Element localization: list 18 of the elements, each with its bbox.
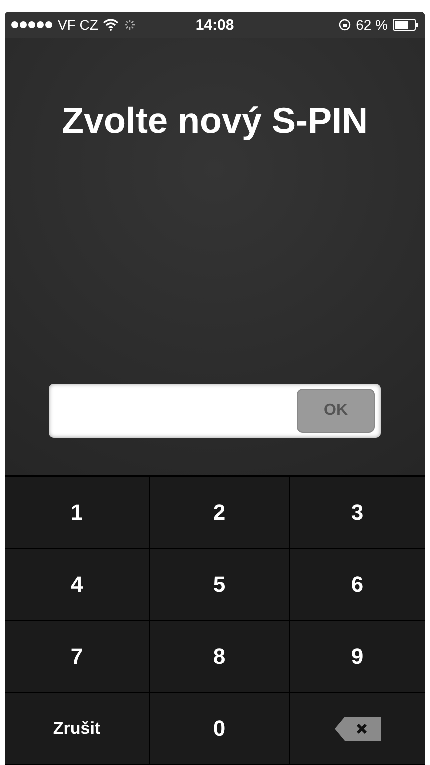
digit-key[interactable]: 1 bbox=[5, 477, 150, 549]
digit-key[interactable]: 2 bbox=[150, 477, 290, 549]
digit-key[interactable]: 5 bbox=[150, 549, 290, 621]
backspace-icon bbox=[332, 714, 382, 742]
cancel-key[interactable]: Zrušit bbox=[5, 693, 150, 765]
rotation-lock-icon bbox=[339, 19, 352, 31]
digit-key[interactable]: 4 bbox=[5, 549, 150, 621]
activity-icon bbox=[124, 19, 136, 31]
digit-key[interactable]: 7 bbox=[5, 621, 150, 693]
screen-title: Zvolte nový S-PIN bbox=[62, 100, 368, 142]
digit-key[interactable]: 0 bbox=[150, 693, 290, 765]
digit-key[interactable]: 8 bbox=[150, 621, 290, 693]
battery-icon bbox=[393, 19, 419, 31]
clock-time: 14:08 bbox=[196, 16, 234, 34]
wifi-icon bbox=[103, 19, 120, 31]
battery-percent: 62 % bbox=[356, 17, 388, 33]
signal-icon bbox=[11, 21, 53, 29]
carrier-name: VF CZ bbox=[58, 17, 98, 33]
